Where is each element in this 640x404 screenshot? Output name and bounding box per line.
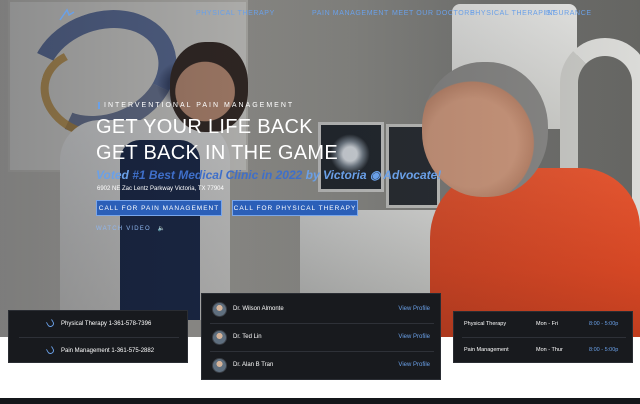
hours-department: Pain Management xyxy=(464,347,509,353)
nav-item-pain-management[interactable]: Pain Management xyxy=(312,10,389,17)
hours-days: Mon - Fri xyxy=(536,321,558,327)
call-physical-therapy-button[interactable]: Call for Physical Therapy xyxy=(232,200,358,216)
hours-row: Pain Management Mon - Thur 8:00 - 5:00p xyxy=(454,338,634,363)
hero-headline-line2: GET BACK IN THE GAME xyxy=(96,142,338,164)
hours-department: Physical Therapy xyxy=(464,321,507,327)
nav-item-meet-our-doctors[interactable]: Meet Our Doctors xyxy=(392,10,475,17)
call-pain-management-label: Call for Pain Management xyxy=(98,204,220,212)
top-navigation: Physical Therapy Pain Management Meet Ou… xyxy=(0,6,640,24)
doctor-name: Dr. Ted Lin xyxy=(233,334,262,340)
footer-strip xyxy=(0,398,640,404)
phone-icon xyxy=(45,345,56,356)
doctor-avatar xyxy=(212,302,227,317)
voted-suffix: Advocate! xyxy=(383,168,442,182)
phone-physical-therapy[interactable]: Physical Therapy 1-361-578-7396 xyxy=(61,321,151,327)
clinic-address: 6902 NE Zac Lentz Parkway Victoria, TX 7… xyxy=(97,186,224,192)
doctor-avatar xyxy=(212,330,227,345)
voted-by: by Victoria xyxy=(305,168,367,182)
voted-best-banner: Voted #1 Best Medical Clinic in 2022 by … xyxy=(96,168,441,182)
doctor-avatar xyxy=(212,358,227,373)
call-pain-management-button[interactable]: Call for Pain Management xyxy=(96,200,222,216)
phone-row-pain-management[interactable]: Pain Management 1-361-575-2882 xyxy=(9,338,189,364)
view-profile-link[interactable]: View Profile xyxy=(398,362,430,368)
phone-icon xyxy=(45,318,56,329)
nav-item-physical-therapy[interactable]: Physical Therapy xyxy=(196,10,275,17)
doctor-name: Dr. Alan B Tran xyxy=(233,362,274,368)
hours-panel: Physical Therapy Mon - Fri 8:00 - 5:00p … xyxy=(453,311,633,363)
doctors-panel: Dr. Wilson Almonte View Profile Dr. Ted … xyxy=(201,293,441,380)
watch-video-label: Watch Video xyxy=(96,226,151,232)
doctor-row: Dr. Wilson Almonte View Profile xyxy=(202,296,442,324)
hero-kicker: Interventional Pain Management xyxy=(98,102,294,109)
hours-row: Physical Therapy Mon - Fri 8:00 - 5:00p xyxy=(454,312,634,337)
call-physical-therapy-label: Call for Physical Therapy xyxy=(233,204,357,212)
wordpress-icon: ◉ xyxy=(369,168,381,182)
nav-item-physical-therapist[interactable]: Physical Therapist xyxy=(470,10,556,17)
nav-item-insurance[interactable]: Insurance xyxy=(545,10,592,17)
hours-days: Mon - Thur xyxy=(536,347,563,353)
voted-highlight: #1 Best Medical Clinic in 2022 xyxy=(132,168,303,182)
doctor-name: Dr. Wilson Almonte xyxy=(233,306,284,312)
hours-time: 8:00 - 5:00p xyxy=(589,321,619,327)
view-profile-link[interactable]: View Profile xyxy=(398,306,430,312)
clinic-logo-icon[interactable] xyxy=(58,8,76,22)
phone-numbers-panel: Physical Therapy 1-361-578-7396 Pain Man… xyxy=(8,310,188,363)
doctor-row: Dr. Alan B Tran View Profile xyxy=(202,352,442,380)
hours-time: 8:00 - 5:00p xyxy=(589,347,619,353)
volume-icon[interactable]: 🔈 xyxy=(158,226,167,232)
view-profile-link[interactable]: View Profile xyxy=(398,334,430,340)
doctor-row: Dr. Ted Lin View Profile xyxy=(202,324,442,352)
phone-row-physical-therapy[interactable]: Physical Therapy 1-361-578-7396 xyxy=(9,311,189,337)
hero-headline-line1: GET YOUR LIFE BACK xyxy=(96,116,313,138)
watch-video-link[interactable]: Watch Video 🔈 xyxy=(96,225,166,232)
phone-pain-management[interactable]: Pain Management 1-361-575-2882 xyxy=(61,348,154,354)
voted-prefix: Voted xyxy=(96,168,129,182)
